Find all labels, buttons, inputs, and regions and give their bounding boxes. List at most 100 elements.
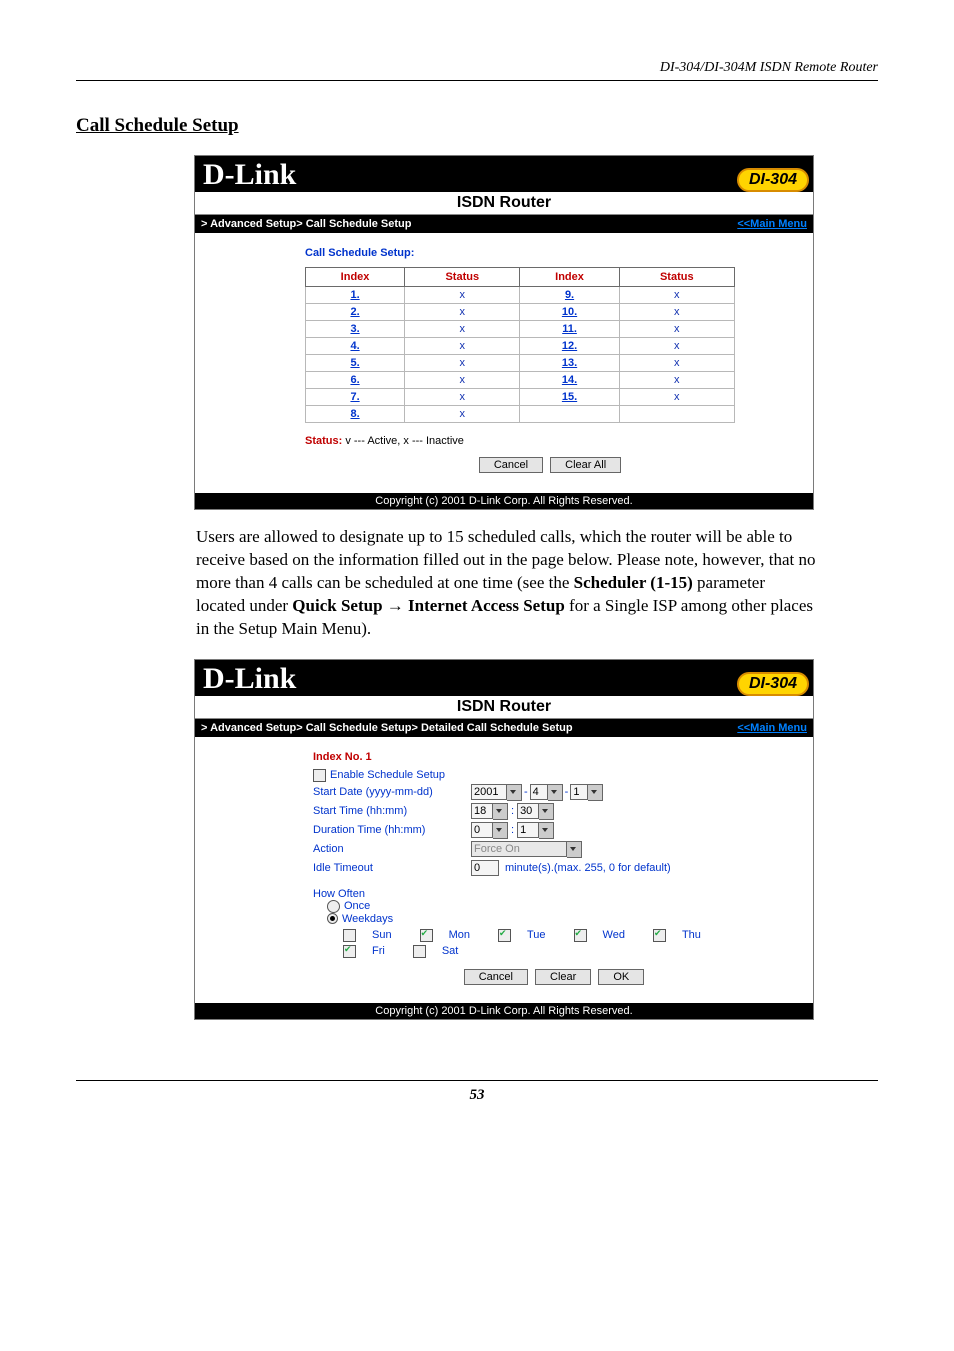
dropdown-icon[interactable] [548,784,563,801]
day-label: Tue [527,929,546,941]
once-label: Once [344,900,370,912]
index-link[interactable]: 5. [350,357,359,369]
clear-all-button[interactable]: Clear All [550,457,621,473]
col-index: Index [306,268,405,287]
dropdown-icon[interactable] [539,822,554,839]
minute-input[interactable]: 30 [517,803,539,819]
dropdown-icon[interactable] [567,841,582,858]
status-cell: x [619,338,734,355]
clear-button[interactable]: Clear [535,969,591,985]
status-cell: x [405,406,520,423]
status-cell: x [405,389,520,406]
action-label: Action [313,843,471,855]
cancel-button[interactable]: Cancel [479,457,543,473]
main-menu-link[interactable]: <<Main Menu [737,722,807,734]
dropdown-icon[interactable] [493,822,508,839]
day-checkbox[interactable] [343,929,356,942]
enable-checkbox[interactable] [313,769,326,782]
idle-input[interactable]: 0 [471,860,499,876]
table-row: 3. x 11. x [306,321,735,338]
status-cell: x [405,372,520,389]
index-link[interactable]: 2. [350,306,359,318]
status-cell: x [405,304,520,321]
index-link[interactable]: 4. [350,340,359,352]
router-title: ISDN Router [457,698,551,715]
index-link[interactable]: 11. [562,323,577,335]
index-link[interactable]: 12. [562,340,577,352]
status-cell: x [619,389,734,406]
breadcrumb-path: > Advanced Setup> Call Schedule Setup> D… [201,722,573,734]
main-menu-link[interactable]: <<Main Menu [737,218,807,230]
dur-min-input[interactable]: 1 [517,822,539,838]
weekdays-radio[interactable] [327,913,338,924]
dropdown-icon[interactable] [507,784,522,801]
day-checkbox[interactable] [343,945,356,958]
status-cell: x [619,321,734,338]
duration-label: Duration Time (hh:mm) [313,824,471,836]
table-row: 6. x 14. x [306,372,735,389]
day-checkbox[interactable] [653,929,666,942]
month-input[interactable]: 4 [530,784,548,800]
cancel-button[interactable]: Cancel [464,969,528,985]
brand-logo: D-Link [195,156,304,192]
status-cell [619,406,734,423]
day-checkbox[interactable] [413,945,426,958]
status-cell: x [619,355,734,372]
how-often-label: How Often [313,888,795,900]
breadcrumb: > Advanced Setup> Call Schedule Setup <<… [195,215,813,233]
copyright-footer: Copyright (c) 2001 D-Link Corp. All Righ… [195,1003,813,1019]
start-time-label: Start Time (hh:mm) [313,805,471,817]
idle-label: Idle Timeout [313,862,471,874]
dur-hour-input[interactable]: 0 [471,822,493,838]
dropdown-icon[interactable] [588,784,603,801]
index-link[interactable]: 7. [350,391,359,403]
ok-button[interactable]: OK [598,969,644,985]
table-row: 8. x [306,406,735,423]
hour-input[interactable]: 18 [471,803,493,819]
once-radio[interactable] [327,900,340,913]
dropdown-icon[interactable] [539,803,554,820]
screenshot-detailed-schedule: D-Link ISDN Router DI-304 > Advanced Set… [194,659,814,1020]
dropdown-icon[interactable] [493,803,508,820]
model-badge: DI-304 [737,168,809,192]
day-label: Wed [603,929,625,941]
day-checkbox[interactable] [498,929,511,942]
status-cell: x [405,321,520,338]
index-link[interactable]: 10. [562,306,577,318]
day-checkbox[interactable] [574,929,587,942]
page-number: 53 [76,1080,878,1104]
day-label: Sat [442,945,459,957]
table-row: 7. x 15. x [306,389,735,406]
day-label: Thu [682,929,701,941]
status-legend: Status: v --- Active, x --- Inactive [305,435,795,447]
running-header: DI-304/DI-304M ISDN Remote Router [76,60,878,81]
day-label: Mon [449,929,470,941]
section-heading: Call Schedule Setup [76,115,878,137]
idle-note: minute(s).(max. 255, 0 for default) [505,862,671,874]
index-link[interactable]: 15. [562,391,577,403]
col-status: Status [405,268,520,287]
index-link[interactable]: 8. [350,408,359,420]
index-link[interactable]: 3. [350,323,359,335]
brand-logo: D-Link [195,660,304,696]
day-checkbox[interactable] [420,929,433,942]
copyright-footer: Copyright (c) 2001 D-Link Corp. All Righ… [195,493,813,509]
year-input[interactable]: 2001 [471,784,507,800]
col-status: Status [619,268,734,287]
index-number: Index No. 1 [313,751,795,763]
status-cell: x [405,287,520,304]
status-cell: x [619,372,734,389]
index-link[interactable]: 1. [350,289,359,301]
breadcrumb-path: > Advanced Setup> Call Schedule Setup [201,218,411,230]
index-link[interactable]: 14. [562,374,577,386]
action-select[interactable]: Force On [471,841,567,857]
table-title: Call Schedule Setup: [305,247,795,259]
index-link[interactable]: 9. [565,289,574,301]
index-link[interactable]: 13. [562,357,577,369]
status-cell: x [619,287,734,304]
screenshot-call-schedule: D-Link ISDN Router DI-304 > Advanced Set… [194,155,814,510]
status-cell: x [405,355,520,372]
table-row: 2.x10.x [306,304,735,321]
index-link[interactable]: 6. [350,374,359,386]
day-input[interactable]: 1 [570,784,588,800]
